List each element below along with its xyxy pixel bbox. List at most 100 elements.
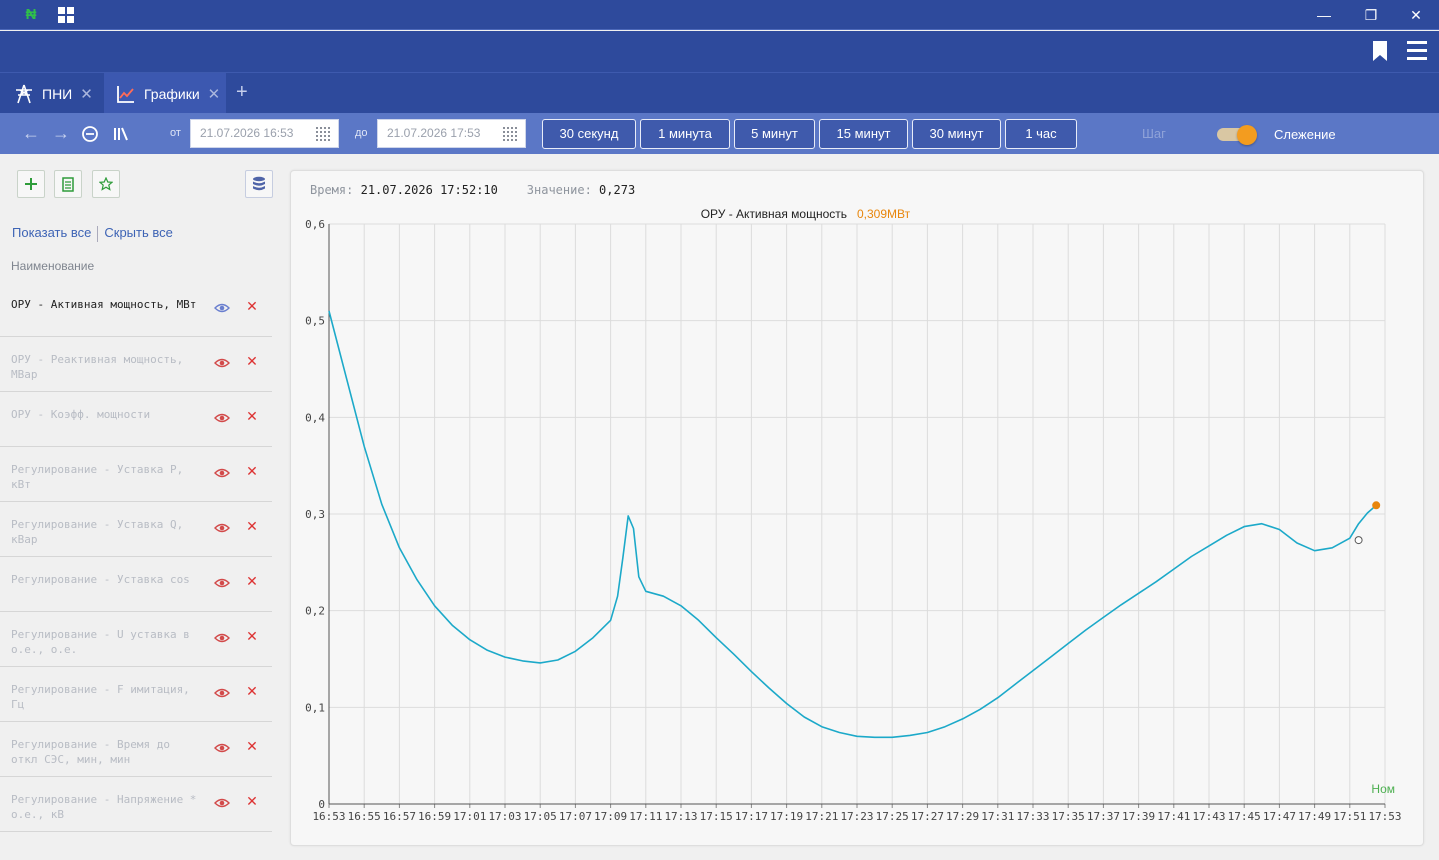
x-tick-label: 17:09: [594, 810, 627, 823]
remove-series-icon[interactable]: ✕: [246, 574, 258, 588]
x-tick-label: 17:19: [770, 810, 803, 823]
back-arrow-icon[interactable]: ←: [20, 123, 42, 143]
to-label: до: [355, 127, 368, 139]
x-tick-label: 16:53: [312, 810, 345, 823]
database-button[interactable]: [245, 170, 273, 198]
series-row[interactable]: Регулирование - Уставка cos ✕: [0, 557, 272, 612]
x-tick-label: 16:59: [418, 810, 451, 823]
series-name: Регулирование - Уставка Q, кВар: [11, 518, 184, 546]
add-series-button[interactable]: [17, 170, 45, 198]
eye-icon[interactable]: [214, 687, 230, 699]
calendar-icon[interactable]: [503, 127, 517, 141]
series-row[interactable]: ОРУ - Коэфф. мощности ✕: [0, 392, 272, 447]
tab-close-icon[interactable]: ✕: [80, 85, 93, 103]
range-30s-button[interactable]: 30 секунд: [542, 119, 636, 149]
eye-icon[interactable]: [214, 632, 230, 644]
series-row[interactable]: Регулирование - Уставка Q, кВар ✕: [0, 502, 272, 557]
eye-icon[interactable]: [214, 302, 230, 314]
tab-charts[interactable]: Графики ✕: [104, 73, 226, 114]
tab-pni[interactable]: ПНИ ✕: [14, 73, 104, 114]
series-row[interactable]: Регулирование - F имитация, Гц ✕: [0, 667, 272, 722]
forward-arrow-icon[interactable]: →: [50, 123, 72, 143]
visibility-links: Показать все Скрыть все: [12, 225, 173, 242]
y-tick-label: 0,5: [305, 315, 325, 328]
series-name: Регулирование - U уставка в о.е., о.е.: [11, 628, 190, 656]
remove-series-icon[interactable]: ✕: [246, 519, 258, 533]
x-tick-label: 17:15: [700, 810, 733, 823]
hide-all-link[interactable]: Скрыть все: [104, 225, 172, 240]
line-chart[interactable]: ОРУ - Активная мощность 0,309МВт16:53 16:5…: [291, 171, 1425, 847]
x-tick-label: 17:21: [805, 810, 838, 823]
current-marker: [1372, 501, 1381, 510]
remove-series-icon[interactable]: ✕: [246, 629, 258, 643]
y-tick-label: 0,3: [305, 508, 325, 521]
y-tick-label: 0,6: [305, 218, 325, 231]
y-tick-label: 0,2: [305, 605, 325, 618]
zoom-out-icon[interactable]: [80, 124, 100, 144]
series-row[interactable]: ОРУ - Реактивная мощность, МВар ✕: [0, 337, 272, 392]
series-row[interactable]: Регулирование - Напряжение * о.е., кВ ✕: [0, 777, 272, 832]
favorites-button[interactable]: [92, 170, 120, 198]
x-tick-label: 17:07: [559, 810, 592, 823]
remove-series-icon[interactable]: ✕: [246, 739, 258, 753]
database-icon: [253, 176, 265, 191]
remove-series-icon[interactable]: ✕: [246, 409, 258, 423]
x-tick-label: 17:17: [735, 810, 768, 823]
remove-series-icon[interactable]: ✕: [246, 684, 258, 698]
eye-icon[interactable]: [214, 412, 230, 424]
range-15m-button[interactable]: 15 минут: [819, 119, 908, 149]
follow-toggle[interactable]: [1217, 125, 1259, 145]
x-tick-label: 17:45: [1228, 810, 1261, 823]
hover-marker: [1354, 536, 1363, 545]
x-tick-label: 17:35: [1052, 810, 1085, 823]
series-name: Регулирование - F имитация, Гц: [11, 683, 190, 711]
add-tab-button[interactable]: +: [236, 81, 248, 104]
series-name: Регулирование - Напряжение * о.е., кВ: [11, 793, 197, 821]
eye-icon[interactable]: [214, 577, 230, 589]
x-tick-label: 17:25: [876, 810, 909, 823]
series-row[interactable]: Регулирование - Уставка P, кВт ✕: [0, 447, 272, 502]
eye-icon[interactable]: [214, 742, 230, 754]
x-tick-label: 17:13: [664, 810, 697, 823]
minimize-button[interactable]: —: [1314, 5, 1334, 25]
tab-close-icon[interactable]: ✕: [208, 85, 221, 103]
series-list: ОРУ - Активная мощность, МВт ✕ ОРУ - Реакт…: [0, 282, 272, 832]
show-all-link[interactable]: Показать все: [12, 225, 91, 240]
range-5m-button[interactable]: 5 минут: [734, 119, 815, 149]
eye-icon[interactable]: [214, 357, 230, 369]
bookmark-icon[interactable]: [1373, 41, 1387, 61]
clipboard-button[interactable]: [54, 170, 82, 198]
eye-icon[interactable]: [214, 522, 230, 534]
calendar-icon[interactable]: [316, 127, 330, 141]
x-tick-label: 17:01: [453, 810, 486, 823]
range-1h-button[interactable]: 1 час: [1005, 119, 1077, 149]
series-row[interactable]: ОРУ - Активная мощность, МВт ✕: [0, 282, 272, 337]
eye-icon[interactable]: [214, 467, 230, 479]
x-tick-label: 17:27: [911, 810, 944, 823]
apps-grid-icon[interactable]: [58, 7, 74, 23]
x-tick-label: 17:39: [1122, 810, 1155, 823]
maximize-button[interactable]: ❐: [1361, 5, 1381, 25]
x-tick-label: 16:57: [383, 810, 416, 823]
menu-icon[interactable]: [1407, 41, 1427, 61]
app-logo-icon: ₦: [25, 6, 37, 23]
range-1m-button[interactable]: 1 минута: [640, 119, 730, 149]
y-tick-label: 0: [318, 798, 325, 811]
x-tick-label: 17:05: [524, 810, 557, 823]
remove-series-icon[interactable]: ✕: [246, 299, 258, 313]
remove-series-icon[interactable]: ✕: [246, 794, 258, 808]
series-row[interactable]: Регулирование - Время до откл СЭС, мин, …: [0, 722, 272, 777]
remove-series-icon[interactable]: ✕: [246, 354, 258, 368]
toggle-knob: [1237, 125, 1257, 145]
range-30m-button[interactable]: 30 минут: [912, 119, 1001, 149]
date-from-input[interactable]: 21.07.2026 16:53: [190, 119, 339, 148]
step-label: Шаг: [1142, 126, 1166, 141]
remove-series-icon[interactable]: ✕: [246, 464, 258, 478]
series-row[interactable]: Регулирование - U уставка в о.е., о.е. ✕: [0, 612, 272, 667]
library-icon[interactable]: [112, 124, 130, 144]
title-bar: ₦ — ❐ ✕: [0, 0, 1439, 30]
close-window-button[interactable]: ✕: [1406, 5, 1426, 25]
date-to-input[interactable]: 21.07.2026 17:53: [377, 119, 526, 148]
eye-icon[interactable]: [214, 797, 230, 809]
x-tick-label: 17:41: [1157, 810, 1190, 823]
